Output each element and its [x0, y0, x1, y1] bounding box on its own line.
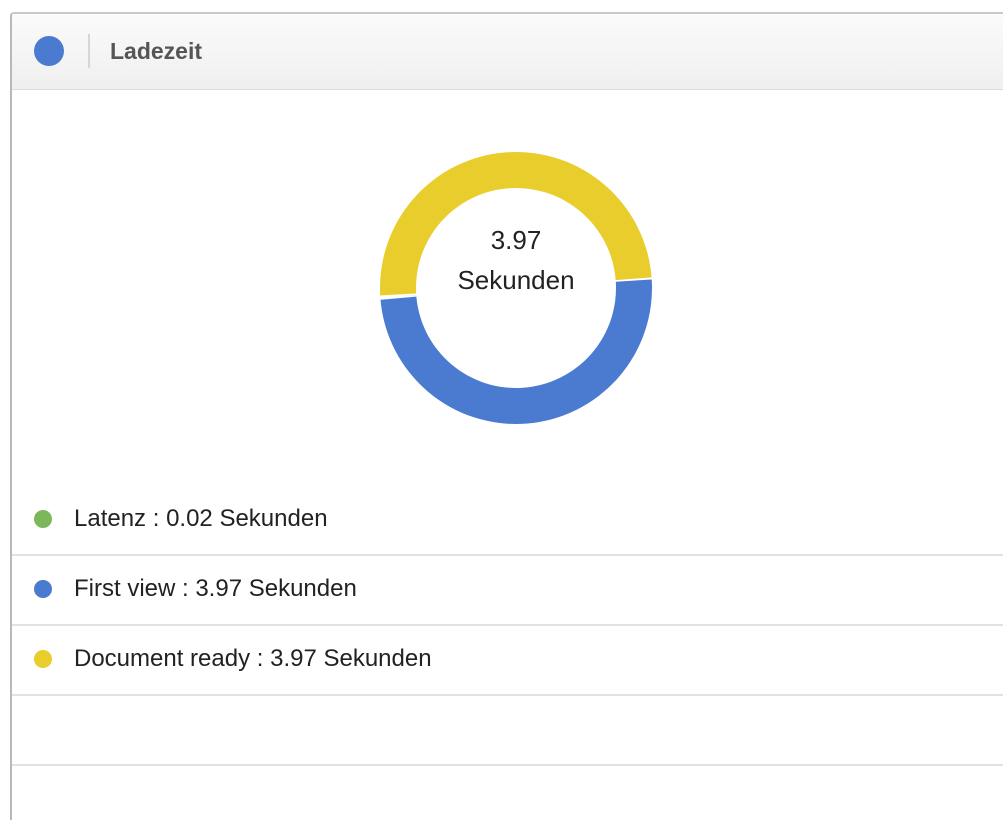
- legend-label: Latenz : 0.02 Sekunden: [74, 505, 328, 532]
- donut-chart: 3.97 Sekunden: [366, 138, 666, 438]
- legend-item-document-ready: Document ready : 3.97 Sekunden: [12, 626, 1003, 696]
- legend-item-latenz: Latenz : 0.02 Sekunden: [12, 486, 1003, 556]
- legend-label: First view : 3.97 Sekunden: [74, 575, 357, 602]
- legend-label: Document ready : 3.97 Sekunden: [74, 645, 432, 672]
- chart-center-unit: Sekunden: [457, 265, 575, 295]
- legend-item-empty: [12, 766, 1003, 820]
- legend-item-empty: [12, 696, 1003, 766]
- legend-dot-icon: [34, 580, 52, 598]
- chart-center-value: 3.97: [490, 225, 542, 255]
- panel-header: Ladezeit: [12, 14, 1003, 90]
- panel-title: Ladezeit: [110, 38, 203, 64]
- legend-dot-icon: [34, 650, 52, 668]
- header-divider: [88, 34, 90, 68]
- donut-slice-first-view[interactable]: [380, 279, 652, 424]
- legend-item-first-view: First view : 3.97 Sekunden: [12, 556, 1003, 626]
- loadtime-panel: Ladezeit 3.97 Sekunden Latenz : 0.02 Sek…: [10, 12, 1003, 820]
- chart-legend: Latenz : 0.02 Sekunden First view : 3.97…: [12, 486, 1003, 820]
- status-dot-icon: [34, 36, 64, 66]
- legend-dot-icon: [34, 510, 52, 528]
